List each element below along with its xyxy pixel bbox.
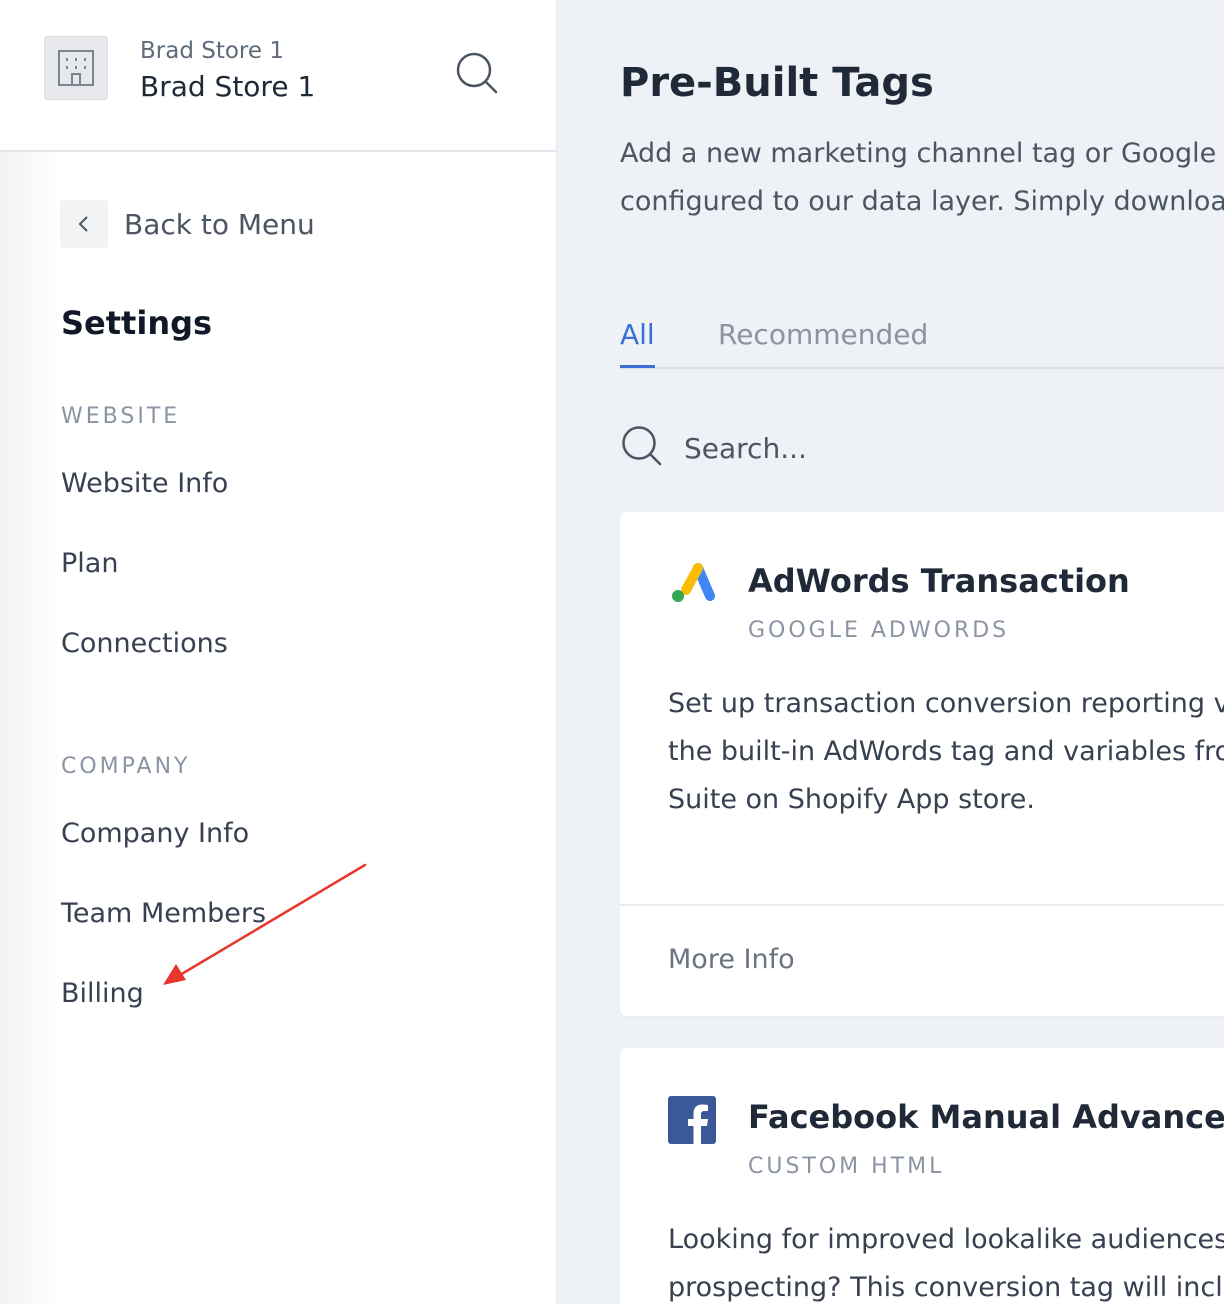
tag-search[interactable] <box>620 424 1086 472</box>
page-description-line: configured to our data layer. Simply dow… <box>620 186 1224 217</box>
sidebar-item-company-info[interactable]: Company Info <box>61 818 249 849</box>
store-name[interactable]: Brad Store 1 <box>140 70 315 103</box>
back-to-menu-label: Back to Menu <box>124 207 315 241</box>
facebook-icon <box>668 1096 716 1144</box>
section-label-company: COMPANY <box>61 754 191 779</box>
sidebar-item-plan[interactable]: Plan <box>61 548 118 579</box>
tag-card-facebook[interactable]: Facebook Manual Advanced M CUSTOM HTML L… <box>620 1048 1224 1304</box>
more-info-link[interactable]: More Info <box>668 944 795 975</box>
card-subtitle: GOOGLE ADWORDS <box>748 618 1010 643</box>
card-description: Looking for improved lookalike audiences… <box>668 1216 1224 1304</box>
card-subtitle: CUSTOM HTML <box>748 1154 945 1179</box>
card-title: Facebook Manual Advanced M <box>748 1098 1224 1136</box>
card-description-line: Set up transaction conversion reporting … <box>668 688 1224 719</box>
building-icon <box>44 36 108 100</box>
card-description-line: prospecting? This conversion tag will in… <box>668 1272 1224 1303</box>
card-description-line: the built-in AdWords tag and variables f… <box>668 736 1224 767</box>
main-content: Pre-Built Tags Add a new marketing chann… <box>557 0 1224 1304</box>
card-divider <box>620 904 1224 906</box>
tab-recommended[interactable]: Recommended <box>718 318 928 365</box>
sidebar-item-website-info[interactable]: Website Info <box>61 468 228 499</box>
card-description: Set up transaction conversion reporting … <box>668 680 1224 824</box>
page-description-line: Add a new marketing channel tag or Googl… <box>620 138 1224 169</box>
tag-tabs: All Recommended <box>620 300 1224 369</box>
store-header: Brad Store 1 Brad Store 1 <box>0 0 556 152</box>
card-description-line: Suite on Shopify App store. <box>668 784 1035 815</box>
settings-title: Settings <box>61 304 213 342</box>
page-description: Add a new marketing channel tag or Googl… <box>620 130 1224 226</box>
page-title: Pre-Built Tags <box>620 60 934 106</box>
card-description-line: Looking for improved lookalike audiences… <box>668 1224 1224 1255</box>
card-title: AdWords Transaction <box>748 562 1130 600</box>
tab-all[interactable]: All <box>620 318 655 368</box>
sidebar-item-billing[interactable]: Billing <box>61 978 144 1009</box>
sidebar-item-connections[interactable]: Connections <box>61 628 228 659</box>
sidebar-item-team-members[interactable]: Team Members <box>61 898 266 929</box>
google-ads-icon <box>668 560 716 608</box>
sidebar-search-icon[interactable] <box>454 50 500 96</box>
search-input[interactable] <box>682 430 1086 466</box>
section-label-website: WEBSITE <box>61 404 181 429</box>
settings-sidebar: Brad Store 1 Brad Store 1 Back to Menu S… <box>0 0 557 1304</box>
back-to-menu-button[interactable]: Back to Menu <box>60 200 315 248</box>
search-icon <box>620 424 664 472</box>
chevron-left-icon <box>60 200 108 248</box>
store-subtitle: Brad Store 1 <box>140 38 284 64</box>
tag-card-adwords[interactable]: AdWords Transaction GOOGLE ADWORDS Set u… <box>620 512 1224 1016</box>
